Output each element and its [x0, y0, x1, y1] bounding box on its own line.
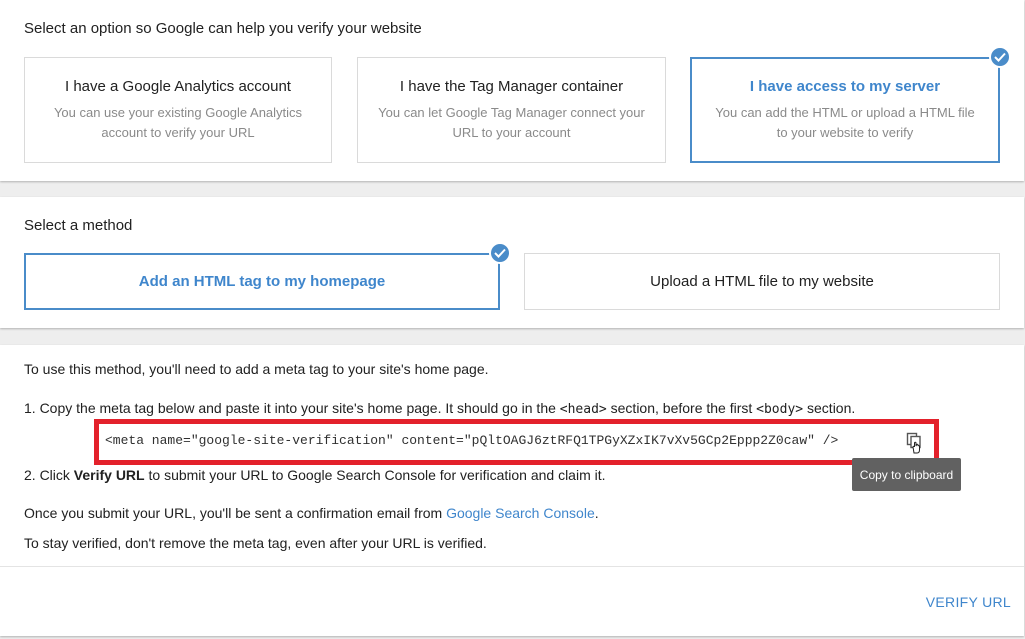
step1-body-code: <body>	[756, 402, 804, 417]
check-icon	[989, 46, 1011, 68]
instructions-step1: 1. Copy the meta tag below and paste it …	[24, 400, 855, 417]
step2-text: 2. Click	[24, 467, 74, 483]
instructions-confirm: Once you submit your URL, you'll be sent…	[24, 505, 599, 521]
method-upload-file[interactable]: Upload a HTML file to my website	[524, 253, 1000, 310]
search-console-link[interactable]: Google Search Console	[446, 505, 595, 521]
verify-url-button[interactable]: VERIFY URL	[926, 594, 1011, 610]
step1-text: 1. Copy the meta tag below and paste it …	[24, 400, 560, 416]
step1-text: section.	[803, 400, 856, 416]
copy-tooltip: Copy to clipboard	[852, 458, 961, 491]
instructions-step2: 2. Click Verify URL to submit your URL t…	[24, 467, 606, 483]
option-server-access[interactable]: I have access to my server You can add t…	[690, 46, 1011, 163]
method-title: Select a method	[24, 217, 133, 234]
option-description: You can add the HTML or upload a HTML fi…	[715, 105, 975, 140]
confirm-text: .	[594, 505, 599, 521]
option-title: I have a Google Analytics account	[65, 78, 291, 95]
confirm-text: Once you submit your URL, you'll be sent…	[24, 505, 447, 521]
step1-head-code: <head>	[559, 402, 607, 417]
method-html-tag[interactable]: Add an HTML tag to my homepage	[24, 242, 511, 310]
meta-tag-code[interactable]: <meta name="google-site-verification" co…	[105, 433, 838, 448]
check-icon	[489, 242, 511, 264]
meta-tag-highlight: <meta name="google-site-verification" co…	[94, 419, 939, 465]
option-google-analytics[interactable]: I have a Google Analytics account You ca…	[24, 57, 332, 163]
divider	[0, 566, 1024, 567]
method-card: Select a method Add an HTML tag to my ho…	[0, 197, 1024, 328]
option-title: I have access to my server	[749, 78, 941, 95]
option-tag-manager[interactable]: I have the Tag Manager container You can…	[357, 57, 666, 163]
verify-option-card: Select an option so Google can help you …	[0, 0, 1024, 181]
step2-text: to submit your URL to Google Search Cons…	[144, 467, 606, 483]
instructions-intro: To use this method, you'll need to add a…	[24, 361, 489, 377]
method-label: Add an HTML tag to my homepage	[138, 273, 386, 290]
method-label: Upload a HTML file to my website	[650, 273, 874, 290]
copy-icon[interactable]	[906, 432, 926, 454]
step2-bold-text: Verify URL	[73, 467, 145, 483]
instructions-card: To use this method, you'll need to add a…	[0, 345, 1024, 636]
option-description: You can use your existing Google Analyti…	[53, 105, 303, 140]
option-description: You can let Google Tag Manager connect y…	[378, 105, 645, 140]
verify-option-title: Select an option so Google can help you …	[24, 20, 422, 37]
instructions-stay-verified: To stay verified, don't remove the meta …	[24, 535, 487, 551]
step1-text: section, before the first	[606, 400, 757, 416]
option-title: I have the Tag Manager container	[399, 78, 624, 95]
